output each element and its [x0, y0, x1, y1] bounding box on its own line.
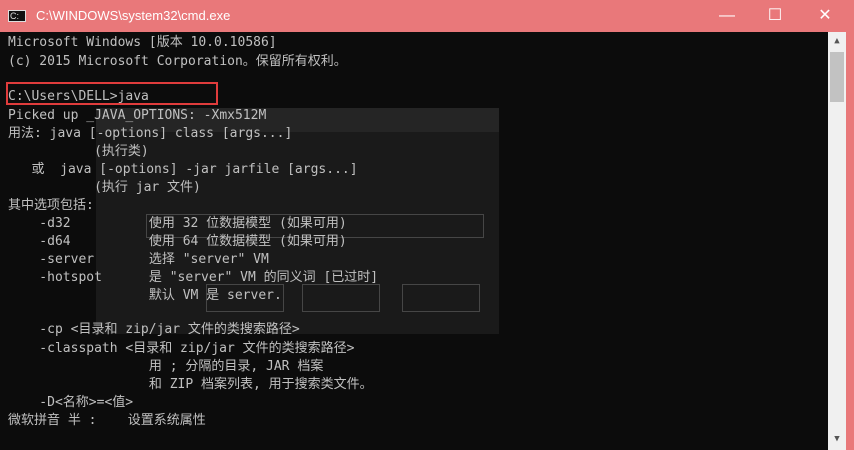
- console-line: (执行类): [8, 144, 149, 159]
- console-line: 默认 VM 是 server.: [8, 288, 282, 303]
- console-line: -d64 使用 64 位数据模型 (如果可用): [8, 234, 347, 249]
- close-button[interactable]: ✕: [802, 0, 848, 32]
- window-border: [846, 32, 854, 450]
- console-line: 微软拼音 半 : 设置系统属性: [8, 413, 206, 428]
- console-line: (执行 jar 文件): [8, 180, 201, 195]
- console-line: -hotspot 是 "server" VM 的同义词 [已过时]: [8, 270, 379, 285]
- title-bar[interactable]: C: C:\WINDOWS\system32\cmd.exe — ☐ ✕: [0, 0, 854, 32]
- scroll-thumb[interactable]: [830, 52, 844, 102]
- console-line: 和 ZIP 档案列表, 用于搜索类文件。: [8, 377, 373, 392]
- console-line: (c) 2015 Microsoft Corporation。保留所有权利。: [8, 54, 347, 69]
- console-line: Picked up _JAVA_OPTIONS: -Xmx512M: [8, 108, 267, 123]
- console-line: 或 java [-options] -jar jarfile [args...]: [8, 162, 358, 177]
- window-title: C:\WINDOWS\system32\cmd.exe: [36, 8, 231, 23]
- console-line: -d32 使用 32 位数据模型 (如果可用): [8, 216, 347, 231]
- console-line: -server 选择 "server" VM: [8, 252, 269, 267]
- console-line: -cp <目录和 zip/jar 文件的类搜索路径>: [8, 322, 300, 337]
- console-line: Microsoft Windows [版本 10.0.10586]: [8, 35, 277, 50]
- vertical-scrollbar[interactable]: ▲ ▼: [828, 32, 846, 450]
- console-line: -D<名称>=<值>: [8, 395, 134, 410]
- console-line: 用法: java [-options] class [args...]: [8, 126, 293, 141]
- console-line: 用 ; 分隔的目录, JAR 档案: [8, 359, 324, 374]
- cmd-icon: C:: [8, 10, 26, 22]
- scroll-up-icon[interactable]: ▲: [828, 36, 846, 46]
- minimize-button[interactable]: —: [704, 0, 750, 32]
- command-highlight-box: [6, 82, 218, 105]
- scroll-down-icon[interactable]: ▼: [828, 434, 846, 444]
- maximize-button[interactable]: ☐: [752, 0, 798, 32]
- cmd-window: C: C:\WINDOWS\system32\cmd.exe — ☐ ✕ Mic…: [0, 0, 854, 450]
- console-line: -classpath <目录和 zip/jar 文件的类搜索路径>: [8, 341, 355, 356]
- console-line: 其中选项包括:: [8, 198, 94, 213]
